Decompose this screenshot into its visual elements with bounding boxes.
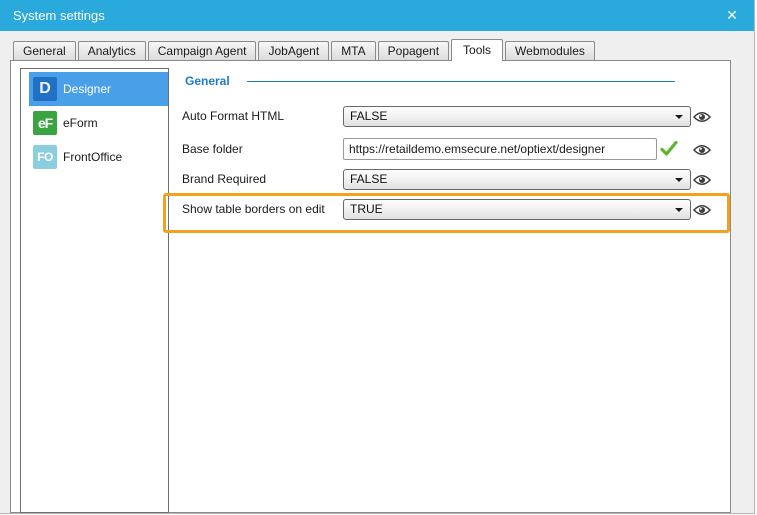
system-settings-dialog: System settings ✕ General Analytics Camp… xyxy=(0,0,755,514)
eye-icon[interactable] xyxy=(692,143,712,157)
tools-tab-panel: D Designer eF eForm FO FrontOffice Gener… xyxy=(10,60,731,513)
dropdown-value: TRUE xyxy=(350,202,383,216)
frontoffice-icon: FO xyxy=(33,145,57,169)
auto-format-html-dropdown[interactable]: FALSE xyxy=(343,106,691,127)
tab-popagent[interactable]: Popagent xyxy=(378,41,449,60)
base-folder-label: Base folder xyxy=(182,142,337,156)
valid-check-icon xyxy=(660,141,678,156)
module-list: D Designer eF eForm FO FrontOffice xyxy=(20,68,169,513)
chevron-down-icon xyxy=(675,115,683,119)
eye-icon[interactable] xyxy=(692,173,712,187)
tab-jobagent[interactable]: JobAgent xyxy=(258,41,329,60)
show-table-borders-dropdown[interactable]: TRUE xyxy=(343,199,691,220)
eye-icon[interactable] xyxy=(692,203,712,217)
list-item-label: Designer xyxy=(63,82,111,96)
base-folder-input[interactable] xyxy=(343,138,657,160)
tab-webmodules[interactable]: Webmodules xyxy=(505,41,595,60)
tab-mta[interactable]: MTA xyxy=(331,41,375,60)
auto-format-html-label: Auto Format HTML xyxy=(182,109,337,123)
tab-campaign-agent[interactable]: Campaign Agent xyxy=(148,41,257,60)
list-item-designer[interactable]: D Designer xyxy=(29,72,168,106)
section-rule xyxy=(247,81,675,82)
close-icon[interactable]: ✕ xyxy=(720,0,744,31)
brand-required-dropdown[interactable]: FALSE xyxy=(343,169,691,190)
list-item-label: eForm xyxy=(63,116,98,130)
dropdown-value: FALSE xyxy=(350,109,387,123)
list-item-eform[interactable]: eF eForm xyxy=(29,106,168,140)
dropdown-value: FALSE xyxy=(350,172,387,186)
section-title: General xyxy=(185,74,230,88)
list-item-frontoffice[interactable]: FO FrontOffice xyxy=(29,140,168,174)
title-bar: System settings ✕ xyxy=(0,0,754,31)
tab-analytics[interactable]: Analytics xyxy=(78,41,146,60)
eform-icon: eF xyxy=(33,111,57,135)
brand-required-label: Brand Required xyxy=(182,172,337,186)
tab-tools[interactable]: Tools xyxy=(451,39,503,61)
list-item-label: FrontOffice xyxy=(63,150,122,164)
chevron-down-icon xyxy=(675,208,683,212)
chevron-down-icon xyxy=(675,178,683,182)
window-title: System settings xyxy=(0,8,105,23)
show-table-borders-label: Show table borders on edit xyxy=(182,202,337,216)
designer-icon: D xyxy=(33,77,57,101)
tab-strip: General Analytics Campaign Agent JobAgen… xyxy=(13,39,597,60)
tab-general[interactable]: General xyxy=(13,41,76,60)
eye-icon[interactable] xyxy=(692,110,712,124)
